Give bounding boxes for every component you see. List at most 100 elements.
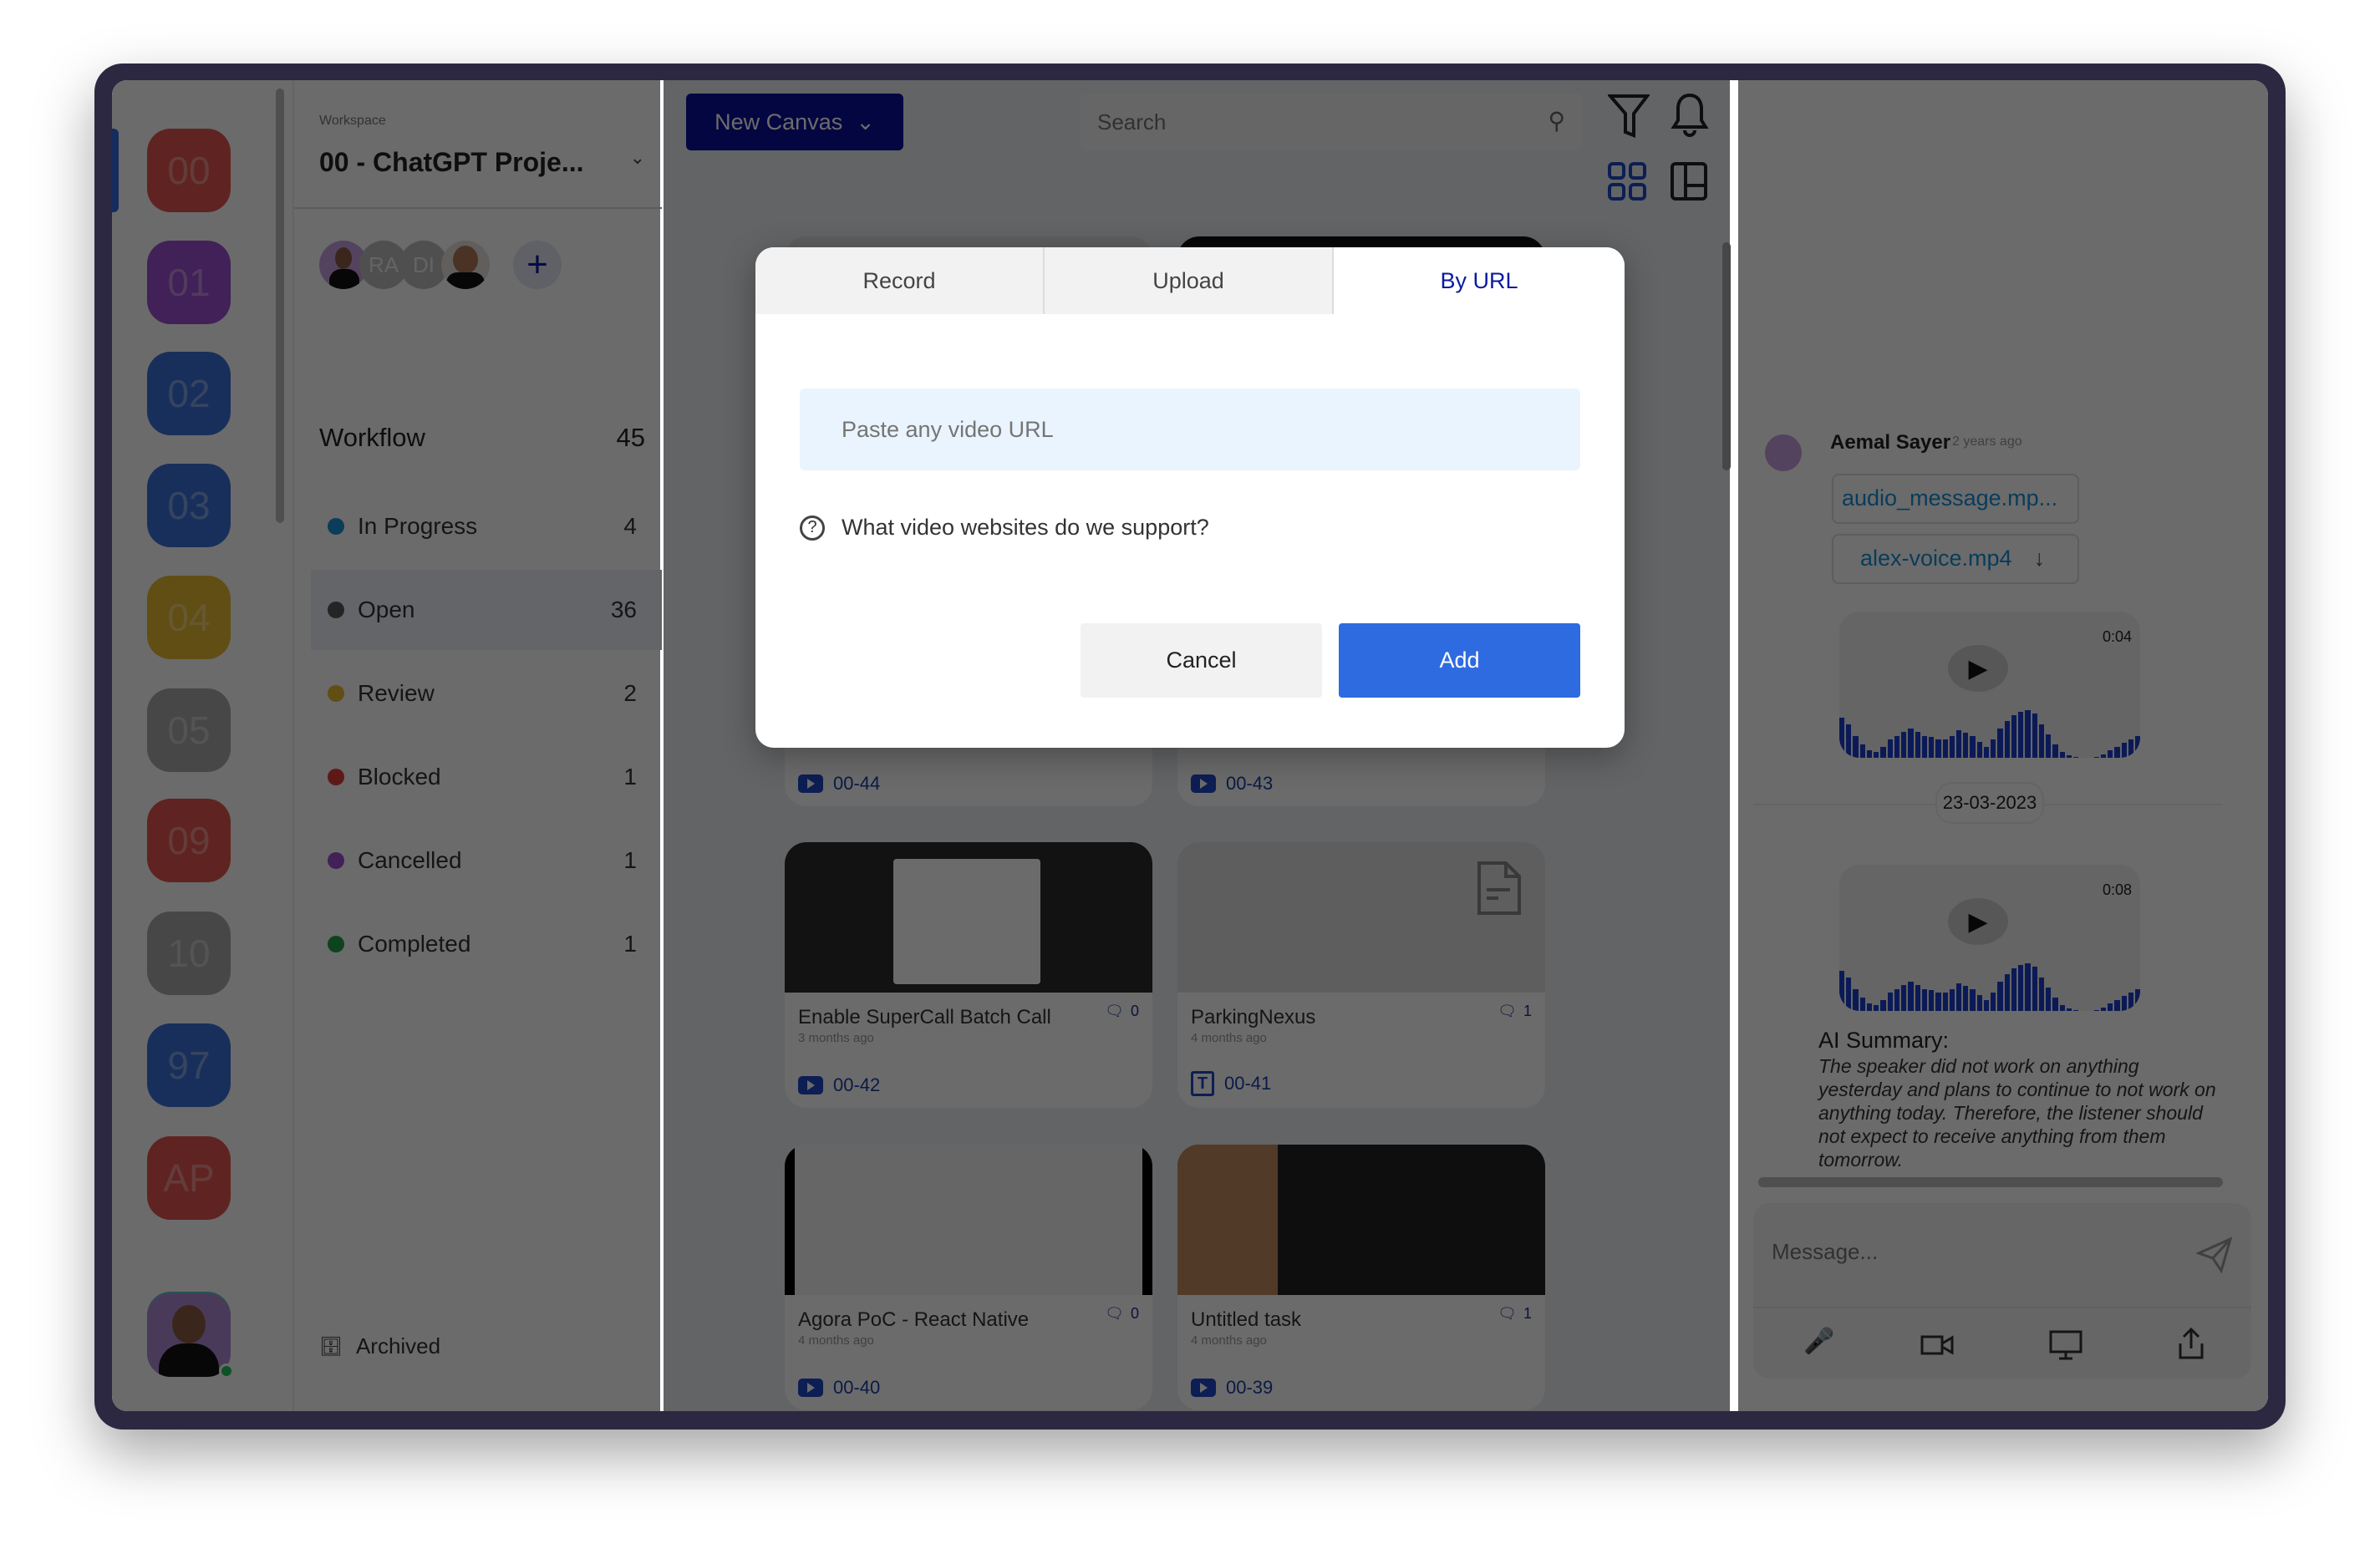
waveform-bar (2100, 754, 2107, 758)
kanban-view-icon[interactable] (1671, 162, 1707, 201)
archived-link[interactable]: 🗄 Archived (319, 1333, 440, 1359)
workflow-item-count: 1 (623, 847, 637, 873)
waveform-bar (1942, 993, 1948, 1011)
file-attachment[interactable]: audio_message.mp... (1832, 474, 2079, 524)
waveform-bar (1901, 732, 1907, 758)
waveform-bar (1955, 729, 1962, 758)
filter-icon[interactable] (1608, 94, 1650, 139)
comment-icon: 🗨 (1105, 1305, 1124, 1322)
member-avatars[interactable]: RA DI + (319, 241, 603, 291)
share-icon[interactable] (2178, 1327, 2205, 1360)
workflow-item-blocked[interactable]: Blocked 1 (311, 737, 662, 817)
message-input[interactable] (1772, 1235, 2173, 1268)
waveform-bar (1963, 733, 1969, 758)
canvas-card[interactable]: Agora PoC - React Native 4 months ago 🗨 0 00… (785, 1145, 1152, 1410)
waveform-bar (1846, 724, 1852, 758)
rail-item-03[interactable]: 03 (147, 464, 231, 547)
microphone-icon[interactable]: 🎤 (1803, 1327, 1834, 1356)
search-input[interactable] (1097, 105, 1515, 139)
waveform-bar (1955, 983, 1962, 1011)
workflow-item-in-progress[interactable]: In Progress 4 (311, 486, 662, 566)
date-badge: 23-03-2023 (1935, 782, 2044, 824)
rail-item-05[interactable]: 05 (147, 688, 231, 772)
canvas-card[interactable]: Untitled task 4 months ago 🗨 1 00-39 (1177, 1145, 1545, 1410)
grid-view-icon[interactable] (1608, 162, 1646, 201)
comment-count[interactable]: 🗨 0 (1105, 1305, 1139, 1323)
waveform-bar (2093, 757, 2099, 758)
file-name: alex-voice.mp4 (1860, 546, 2012, 571)
rail-item-97[interactable]: 97 (147, 1023, 231, 1107)
comment-count[interactable]: 🗨 1 (1498, 1003, 1532, 1020)
help-circle-icon: ? (800, 515, 825, 541)
rail-item-10[interactable]: 10 (147, 912, 231, 995)
waveform-bar (2072, 1010, 2079, 1011)
waveform-bar (1921, 735, 1928, 758)
file-attachment[interactable]: alex-voice.mp4 ↓ (1832, 534, 2079, 584)
rail-item-04[interactable]: 04 (147, 576, 231, 659)
rail-item-02[interactable]: 02 (147, 352, 231, 435)
tab-by-url[interactable]: By URL (1334, 247, 1625, 314)
card-age: 4 months ago (798, 1333, 874, 1348)
video-camera-icon[interactable] (1920, 1333, 1954, 1357)
canvas-card[interactable]: Enable SuperCall Batch Call 3 months ago 🗨… (785, 842, 1152, 1108)
screen-share-icon[interactable] (2049, 1330, 2082, 1360)
comment-count[interactable]: 🗨 1 (1498, 1305, 1532, 1323)
rail-item-ap[interactable]: AP (147, 1136, 231, 1220)
workflow-item-cancelled[interactable]: Cancelled 1 (311, 820, 662, 901)
waveform (1839, 944, 2140, 1011)
avatar[interactable] (441, 241, 490, 289)
main-scrollbar[interactable] (1722, 242, 1731, 470)
tab-upload[interactable]: Upload (1045, 247, 1334, 314)
status-dot (328, 936, 344, 952)
waveform-bar (1880, 999, 1886, 1011)
horizontal-scrollbar[interactable] (1758, 1177, 2223, 1187)
waveform-bar (1921, 988, 1928, 1011)
archive-icon: 🗄 (319, 1335, 343, 1357)
card-id: 00-43 (1191, 773, 1273, 795)
waveform-bar (2100, 1007, 2107, 1011)
add-member-button[interactable]: + (513, 241, 562, 289)
chat-panel: Aemal Sayer 2 years ago audio_message.mp… (1738, 80, 2268, 1411)
new-canvas-button[interactable]: New Canvas ⌄ (686, 94, 903, 150)
rail-item-00[interactable]: 00 (147, 129, 231, 212)
card-id: 00-39 (1191, 1377, 1273, 1399)
workspace-selector[interactable]: 00 - ChatGPT Proje... ⌄ (319, 147, 645, 178)
audio-player[interactable]: ▶ 0:04 (1839, 612, 2140, 758)
search-field[interactable]: ⚲ (1081, 94, 1582, 150)
supported-websites-link[interactable]: ? What video websites do we support? (800, 515, 1209, 541)
download-icon[interactable]: ↓ (2034, 546, 2046, 572)
waveform-bar (1866, 1003, 1873, 1011)
workflow-item-review[interactable]: Review 2 (311, 653, 662, 734)
comment-icon: 🗨 (1105, 1003, 1124, 1019)
workflow-item-open[interactable]: Open 36 (311, 570, 662, 650)
waveform-bar (1949, 735, 1955, 758)
waveform-bar (1915, 985, 1920, 1011)
comment-count[interactable]: 🗨 0 (1105, 1003, 1139, 1020)
waveform-bar (1991, 739, 1996, 758)
send-icon[interactable] (2196, 1237, 2233, 1273)
video-url-input[interactable] (800, 388, 1580, 470)
comment-number: 1 (1523, 1305, 1532, 1322)
workflow-item-label: Blocked (358, 764, 441, 790)
waveform-bar (2066, 755, 2072, 758)
waveform-bar (1983, 746, 1990, 758)
rail-item-01[interactable]: 01 (147, 241, 231, 324)
workflow-item-label: Cancelled (358, 847, 462, 873)
cancel-button[interactable]: Cancel (1081, 623, 1322, 698)
audio-player[interactable]: ▶ 0:08 (1839, 865, 2140, 1011)
play-button[interactable]: ▶ (1948, 898, 2008, 945)
workflow-item-completed[interactable]: Completed 1 (311, 904, 662, 984)
waveform-bar (2025, 962, 2031, 1011)
add-button[interactable]: Add (1339, 623, 1580, 698)
waveform-bar (2004, 721, 2010, 758)
waveform-bar (2093, 1010, 2099, 1011)
canvas-card[interactable]: ParkingNexus 4 months ago 🗨 1 T 00-41 (1177, 842, 1545, 1108)
bell-icon[interactable] (1671, 92, 1709, 139)
tab-record[interactable]: Record (755, 247, 1045, 314)
waveform-bar (2128, 739, 2134, 758)
play-button[interactable]: ▶ (1948, 645, 2008, 692)
rail-scrollbar[interactable] (276, 89, 284, 523)
user-avatar[interactable] (147, 1293, 231, 1377)
rail-item-09[interactable]: 09 (147, 799, 231, 882)
message-time: 2 years ago (1952, 434, 2022, 449)
